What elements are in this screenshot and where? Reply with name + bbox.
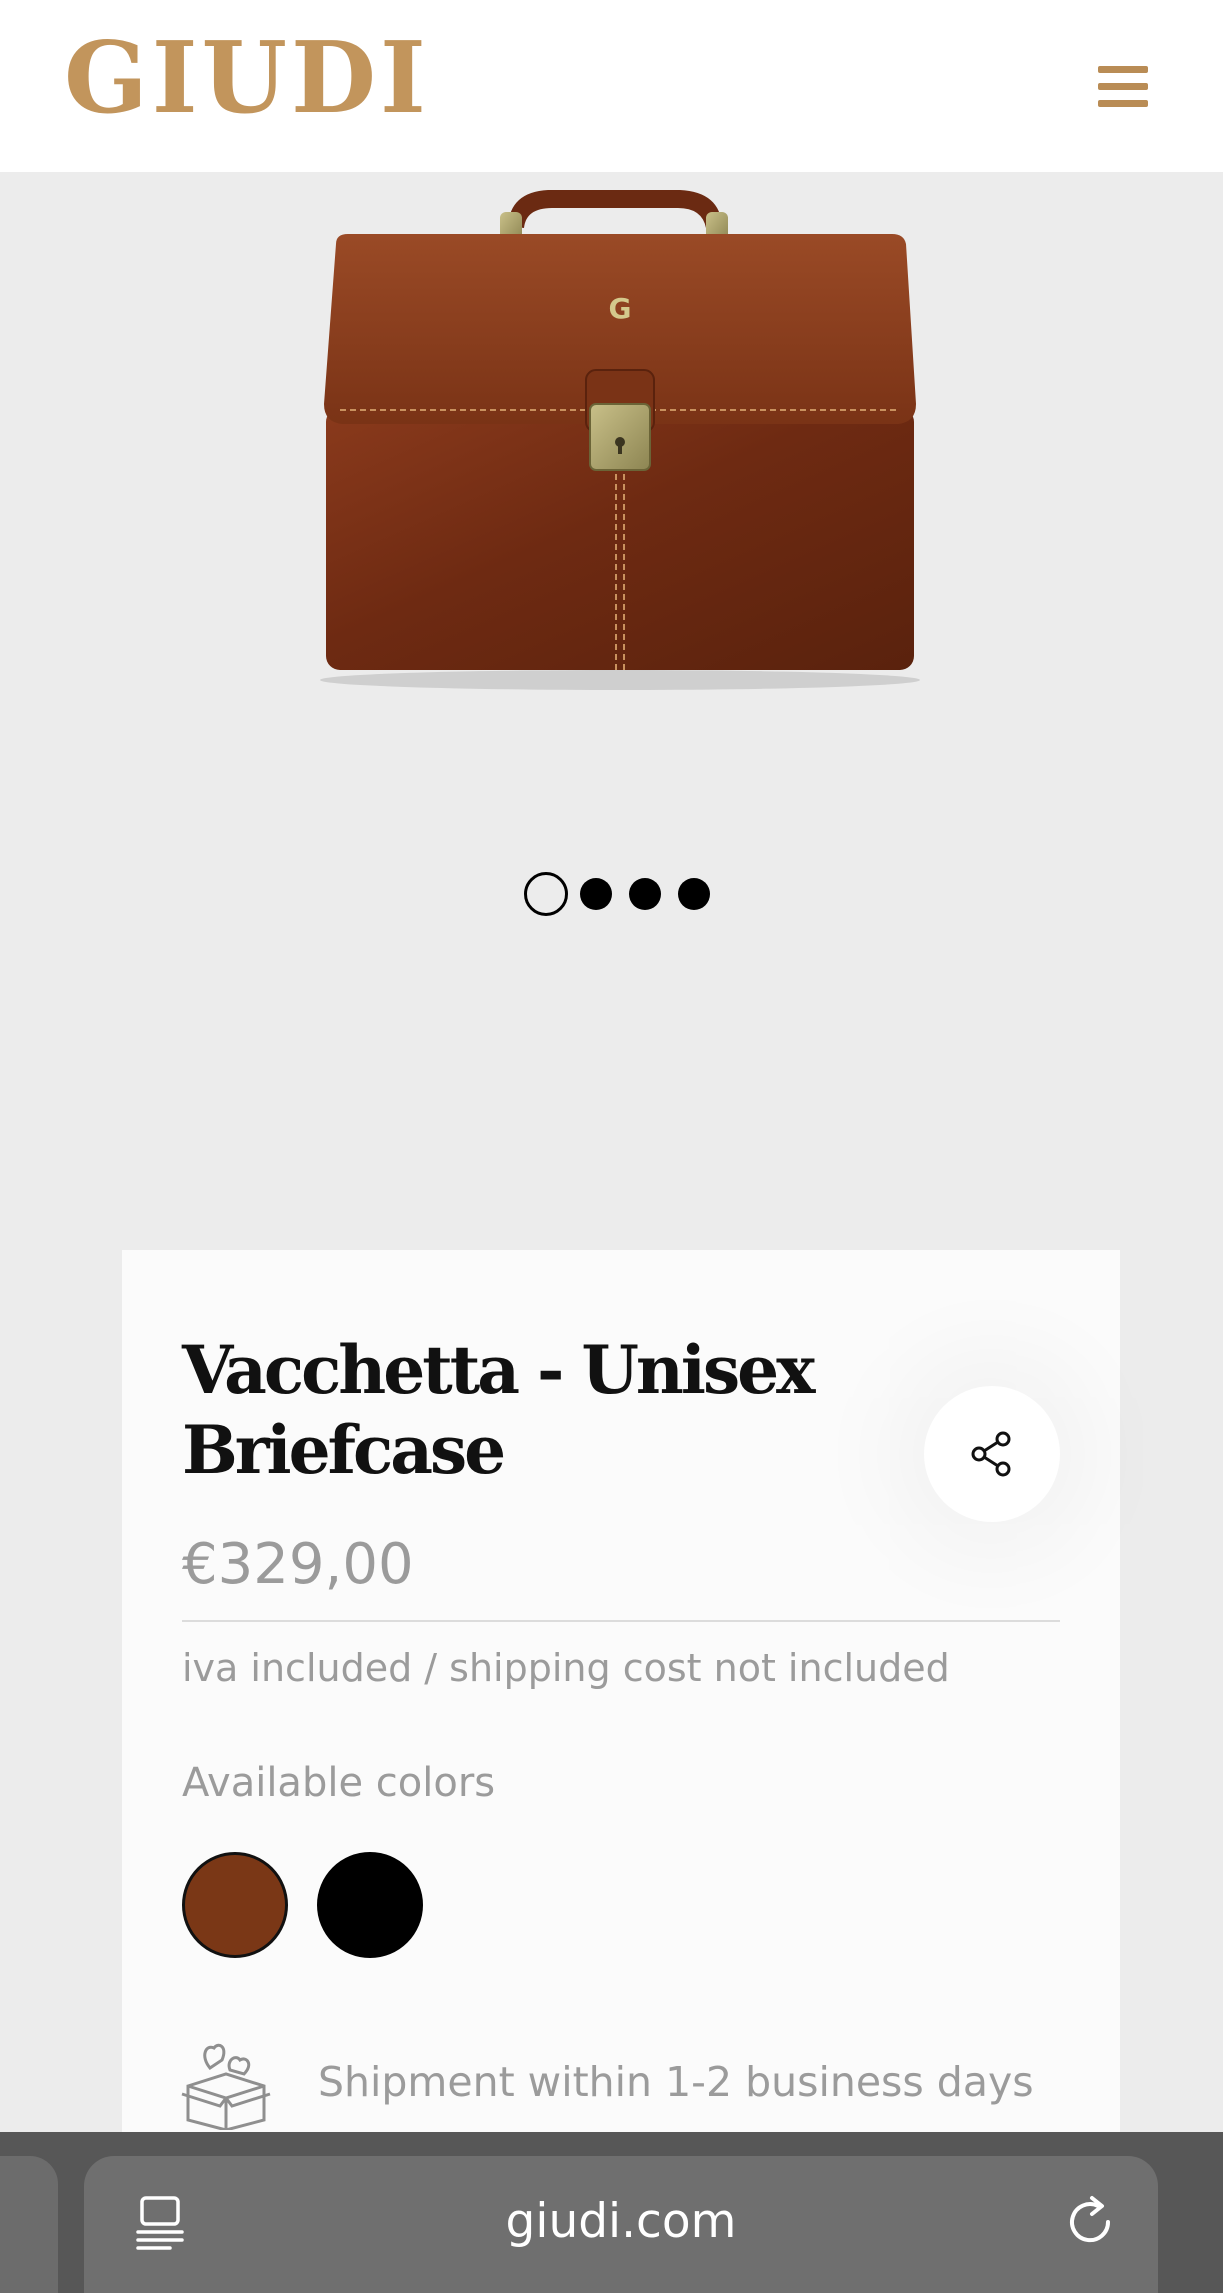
address-bar[interactable]: giudi.com (84, 2156, 1158, 2293)
browser-toolbar: giudi.com (0, 2132, 1223, 2293)
previous-tab-preview[interactable] (0, 2156, 58, 2293)
carousel-dot[interactable] (629, 878, 661, 910)
product-image[interactable]: G (310, 172, 930, 712)
gift-box-icon (181, 2043, 271, 2130)
hamburger-menu-icon[interactable] (1098, 62, 1150, 110)
color-swatch-black[interactable] (317, 1852, 423, 1958)
product-title: Vacchetta - Unisex Briefcase (182, 1331, 815, 1489)
shipping-info: Shipment within 1-2 business days (318, 2058, 1034, 2106)
divider (182, 1620, 1060, 1622)
site-header: GIUDI (0, 0, 1223, 172)
url-text[interactable]: giudi.com (84, 2194, 1158, 2249)
menu-bar (1098, 66, 1148, 73)
carousel-dots (524, 872, 727, 916)
svg-text:G: G (609, 292, 632, 325)
tax-note: iva included / shipping cost not include… (182, 1646, 950, 1690)
color-swatch-brown[interactable] (182, 1852, 288, 1958)
product-price: €329,00 (182, 1532, 414, 1597)
brand-logo[interactable]: GIUDI (64, 30, 430, 128)
share-icon (971, 1431, 1011, 1477)
carousel-dot[interactable] (524, 872, 568, 916)
reload-icon[interactable] (1064, 2194, 1120, 2250)
colors-label: Available colors (182, 1760, 496, 1806)
carousel-dot[interactable] (678, 878, 710, 910)
menu-bar (1098, 83, 1148, 90)
menu-bar (1098, 100, 1148, 107)
carousel-dot[interactable] (580, 878, 612, 910)
product-gallery: G (0, 172, 1223, 1252)
share-button[interactable] (924, 1386, 1060, 1522)
